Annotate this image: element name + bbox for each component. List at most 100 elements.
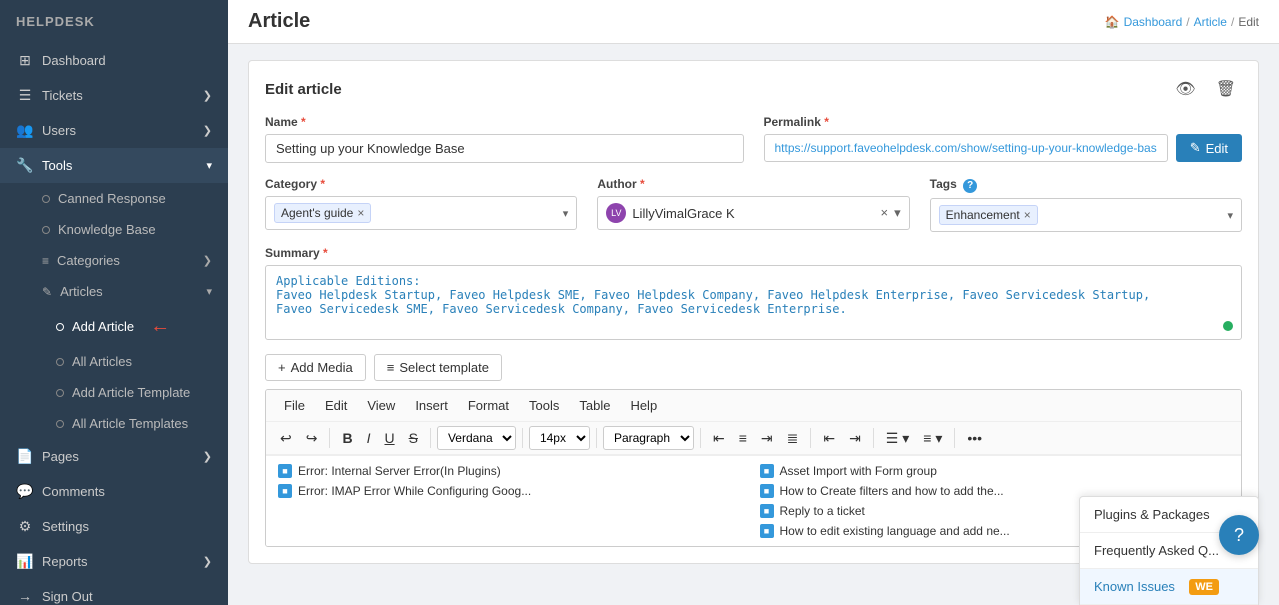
sidebar-item-label: Reports	[42, 554, 88, 569]
menu-edit[interactable]: Edit	[315, 390, 357, 421]
outdent-button[interactable]: ⇤	[817, 427, 841, 450]
bold-button[interactable]: B	[336, 427, 358, 449]
sidebar-item-canned-response[interactable]: Canned Response	[0, 183, 228, 214]
more-button[interactable]: •••	[961, 427, 988, 449]
indent-button[interactable]: ⇥	[843, 427, 867, 450]
sidebar-item-settings[interactable]: ⚙ Settings	[0, 509, 228, 544]
summary-textarea[interactable]: Applicable Editions: Faveo Helpdesk Star…	[266, 266, 1241, 336]
sidebar-item-label: Canned Response	[58, 191, 166, 206]
menu-tools[interactable]: Tools	[519, 390, 569, 421]
card-header: Edit article 👁 🗑	[265, 77, 1242, 101]
menu-format[interactable]: Format	[458, 390, 519, 421]
chevron-down-icon: ▾	[563, 207, 569, 220]
list-icon: ■	[278, 484, 292, 498]
chevron-right-icon: ❯	[203, 450, 212, 463]
undo-button[interactable]: ↩	[274, 427, 298, 450]
sidebar-item-articles[interactable]: ✎ Articles ▾	[0, 276, 228, 307]
menu-view[interactable]: View	[357, 390, 405, 421]
tags-label: Tags ?	[930, 177, 1242, 193]
select-template-button[interactable]: ≡ Select template	[374, 354, 502, 381]
tags-help-icon[interactable]: ?	[963, 179, 977, 193]
sidebar-item-add-article-template[interactable]: Add Article Template	[0, 377, 228, 408]
italic-button[interactable]: I	[361, 427, 377, 449]
delete-button[interactable]: 🗑	[1210, 77, 1242, 101]
sidebar-item-knowledge-base[interactable]: Knowledge Base	[0, 214, 228, 245]
list-icon: ■	[760, 464, 774, 478]
menu-help[interactable]: Help	[620, 390, 667, 421]
sidebar-item-users[interactable]: 👥 Users ❯	[0, 113, 228, 148]
chevron-down-icon: ▾	[1227, 209, 1233, 222]
ordered-list-button[interactable]: ≡ ▾	[917, 427, 948, 450]
menu-table[interactable]: Table	[569, 390, 620, 421]
preview-button[interactable]: 👁	[1169, 77, 1201, 101]
font-family-select[interactable]: Verdana	[437, 426, 516, 450]
name-permalink-row: Name * Permalink * ✎ Edit	[265, 115, 1242, 163]
tags-select[interactable]: Enhancement × ▾	[930, 198, 1242, 232]
list-item: ■ Error: IMAP Error While Configuring Go…	[278, 484, 748, 498]
plus-icon: +	[278, 360, 286, 375]
sidebar-item-label: Users	[42, 123, 76, 138]
permalink-input[interactable]	[764, 134, 1168, 162]
author-select-actions: × ▾	[881, 205, 901, 221]
underline-button[interactable]: U	[378, 427, 400, 449]
breadcrumb-article[interactable]: Article	[1194, 15, 1227, 29]
sidebar-item-label: Knowledge Base	[58, 222, 156, 237]
panel-item-known-issues[interactable]: Known Issues	[1080, 569, 1258, 605]
author-select[interactable]: LV LillyVimalGrace K × ▾	[597, 196, 909, 230]
sidebar-item-dashboard[interactable]: ⊞ Dashboard	[0, 43, 228, 78]
unordered-list-button[interactable]: ☰ ▾	[880, 427, 915, 450]
remove-tag-icon[interactable]: ×	[1024, 208, 1031, 222]
list-item: ■ Asset Import with Form group	[760, 464, 1230, 478]
sidebar-item-all-article-templates[interactable]: All Article Templates	[0, 408, 228, 439]
chevron-right-icon: ❯	[203, 124, 212, 137]
green-status-dot	[1223, 321, 1233, 331]
paragraph-select[interactable]: Paragraph	[603, 426, 694, 450]
list-icon: ■	[278, 464, 292, 478]
sidebar-item-tickets[interactable]: ☰ Tickets ❯	[0, 78, 228, 113]
category-select[interactable]: Agent's guide × ▾	[265, 196, 577, 230]
sidebar-item-tools[interactable]: 🔧 Tools ▾	[0, 148, 228, 183]
tools-icon: 🔧	[16, 157, 34, 174]
reports-icon: 📊	[16, 553, 34, 570]
sidebar-item-all-articles[interactable]: All Articles	[0, 346, 228, 377]
align-right-button[interactable]: ⇥	[755, 427, 779, 450]
list-entry-text: Reply to a ticket	[780, 504, 865, 518]
menu-file[interactable]: File	[274, 390, 315, 421]
remove-category-tag[interactable]: ×	[357, 206, 364, 220]
separator	[596, 428, 597, 448]
separator	[430, 428, 431, 448]
add-media-button[interactable]: + Add Media	[265, 354, 366, 381]
edit-icon: ✎	[1190, 140, 1201, 156]
redo-button[interactable]: ↪	[300, 427, 324, 450]
red-arrow-icon: ←	[150, 315, 170, 338]
breadcrumb-edit: Edit	[1238, 15, 1259, 29]
strikethrough-button[interactable]: S	[403, 427, 424, 449]
justify-button[interactable]: ≣	[781, 427, 805, 450]
menu-insert[interactable]: Insert	[405, 390, 458, 421]
clear-author-icon[interactable]: ×	[881, 205, 889, 221]
sidebar-item-label: Sign Out	[42, 589, 93, 604]
name-input[interactable]	[265, 134, 744, 163]
sidebar-item-pages[interactable]: 📄 Pages ❯	[0, 439, 228, 474]
separator	[954, 428, 955, 448]
breadcrumb-dashboard[interactable]: Dashboard	[1124, 15, 1183, 29]
sidebar-item-sign-out[interactable]: → Sign Out	[0, 579, 228, 605]
category-label: Category *	[265, 177, 577, 191]
align-left-button[interactable]: ⇤	[707, 427, 731, 450]
tickets-icon: ☰	[16, 87, 34, 104]
editor-formatting-bar: ↩ ↪ B I U S Verdana 14px	[266, 422, 1241, 455]
sidebar-item-reports[interactable]: 📊 Reports ❯	[0, 544, 228, 579]
font-size-select[interactable]: 14px	[529, 426, 590, 450]
sidebar-item-add-article[interactable]: Add Article ←	[0, 307, 228, 346]
bullet-icon	[56, 420, 64, 428]
sidebar-item-label: Settings	[42, 519, 89, 534]
sidebar-item-categories[interactable]: ≡ Categories ❯	[0, 245, 228, 276]
author-name: LillyVimalGrace K	[632, 206, 734, 221]
breadcrumb: 🏠 Dashboard / Article / Edit	[1105, 15, 1259, 29]
sidebar-item-comments[interactable]: 💬 Comments	[0, 474, 228, 509]
align-center-button[interactable]: ≡	[733, 427, 753, 449]
permalink-edit-button[interactable]: ✎ Edit	[1176, 134, 1242, 162]
help-fab-button[interactable]: ?	[1219, 515, 1259, 555]
summary-wrap: Applicable Editions: Faveo Helpdesk Star…	[265, 265, 1242, 340]
category-author-tags-row: Category * Agent's guide × ▾ Author * LV…	[265, 177, 1242, 232]
